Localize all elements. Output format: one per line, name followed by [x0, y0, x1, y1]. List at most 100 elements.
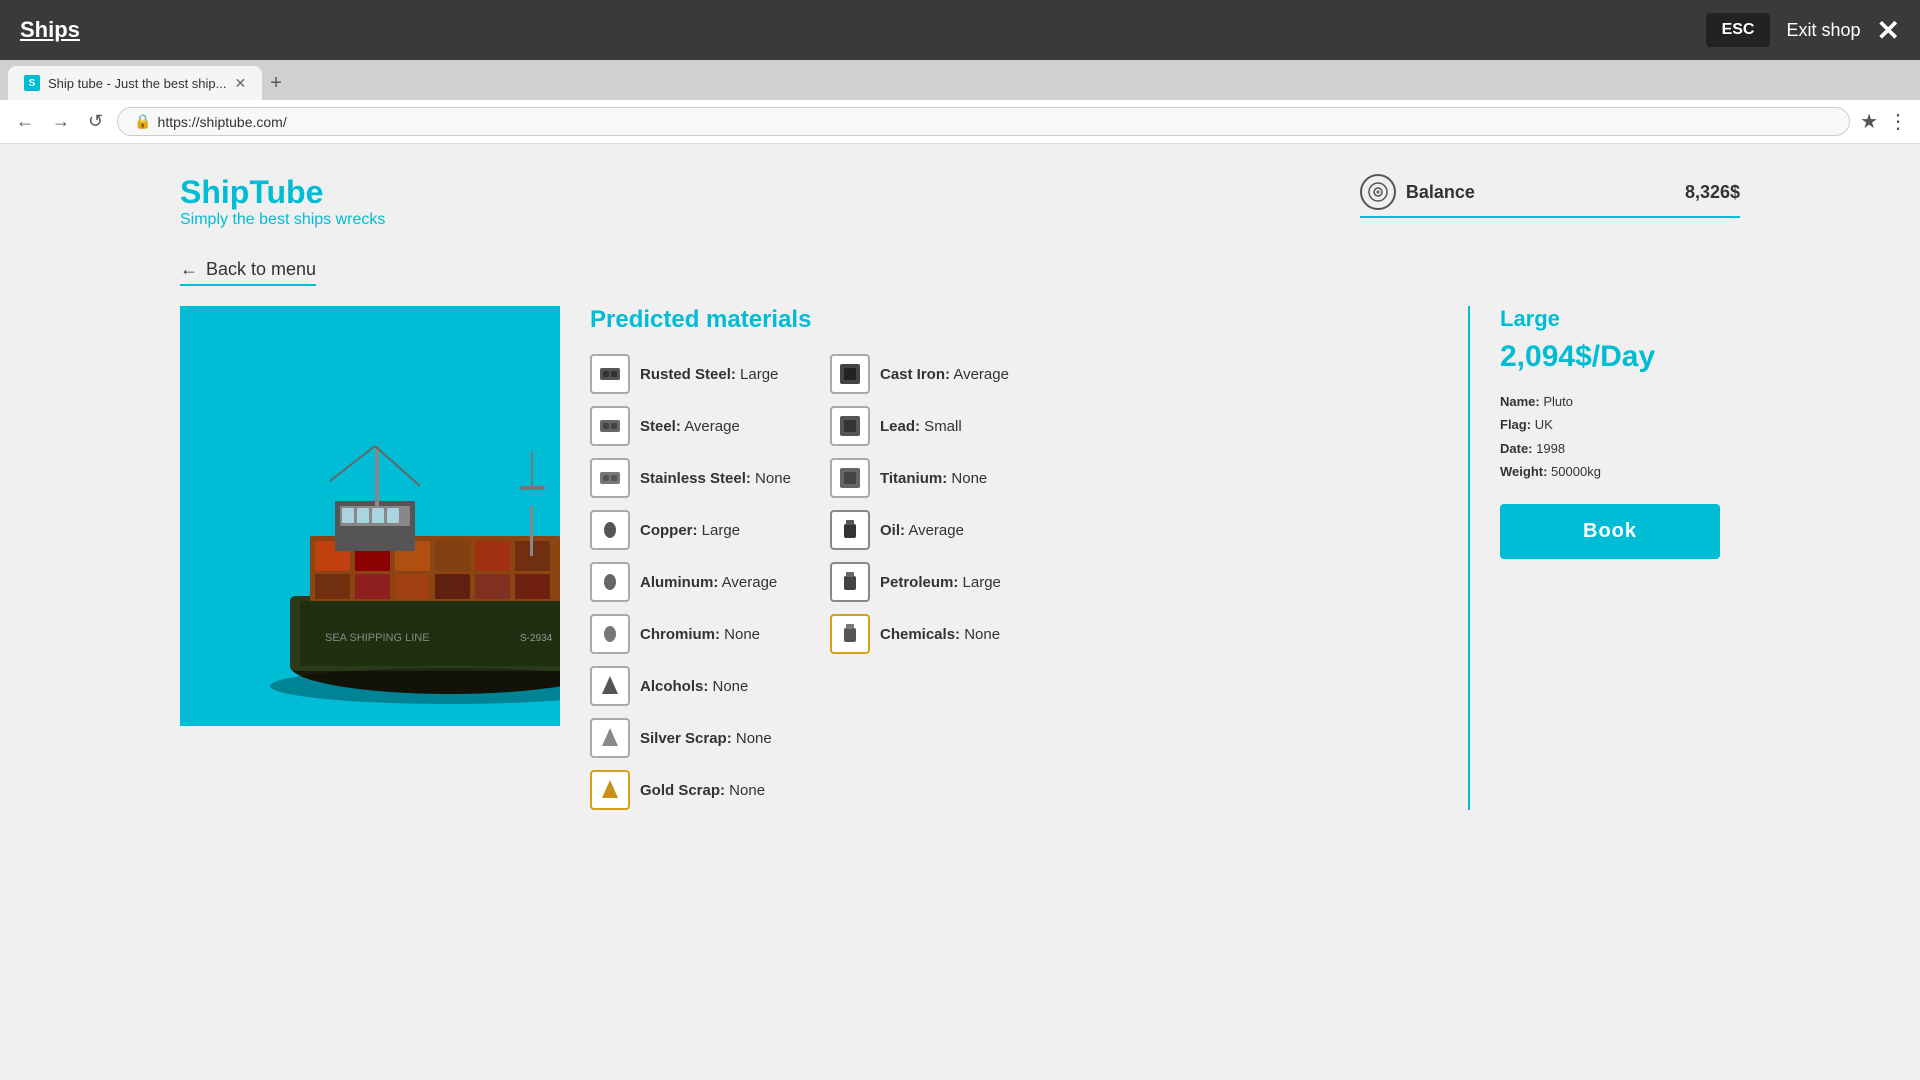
material-label: Titanium: None: [880, 470, 987, 487]
materials-left-column: Rusted Steel: Large Steel: Average Stain…: [590, 354, 810, 810]
materials-right-column: Cast Iron: Average Lead: Small Titanium:…: [830, 354, 1050, 810]
materials-section: Predicted materials Rusted Steel: Large: [560, 306, 1458, 810]
nav-forward-button[interactable]: →: [48, 107, 74, 136]
balance-value: 8,326$: [1685, 182, 1740, 203]
exit-shop-label[interactable]: Exit shop: [1786, 20, 1860, 41]
flag-value: UK: [1535, 417, 1553, 432]
material-gold-scrap: Gold Scrap: None: [590, 770, 810, 810]
tab-bar: S Ship tube - Just the best ship... ✕ +: [0, 60, 1920, 100]
chromium-icon: [590, 614, 630, 654]
right-panel: Large 2,094$/Day Name: Pluto Flag: UK Da…: [1480, 306, 1740, 810]
alcohols-icon: [590, 666, 630, 706]
material-label: Petroleum: Large: [880, 574, 1001, 591]
bookmark-icon[interactable]: ★: [1860, 109, 1878, 134]
name-label: Name:: [1500, 394, 1540, 409]
balance-label: Balance: [1406, 182, 1475, 203]
new-tab-button[interactable]: +: [262, 66, 290, 100]
material-rusted-steel: Rusted Steel: Large: [590, 354, 810, 394]
material-label: Cast Iron: Average: [880, 366, 1009, 383]
date-value: 1998: [1536, 441, 1565, 456]
address-input[interactable]: 🔒 https://shiptube.com/: [117, 107, 1850, 136]
ship-details: Name: Pluto Flag: UK Date: 1998 Weight: …: [1500, 390, 1720, 484]
chemicals-icon: [830, 614, 870, 654]
weight-value: 50000kg: [1551, 464, 1601, 479]
gold-scrap-icon: [590, 770, 630, 810]
material-label: Stainless Steel: None: [640, 470, 791, 487]
tab-close-icon[interactable]: ✕: [235, 75, 247, 92]
section-divider: [1468, 306, 1470, 810]
tab-favicon: S: [24, 75, 40, 91]
logo-title: ShipTube: [180, 174, 385, 211]
material-label: Chromium: None: [640, 626, 760, 643]
logo-area: ShipTube Simply the best ships wrecks: [180, 174, 385, 229]
browser-tab[interactable]: S Ship tube - Just the best ship... ✕: [8, 66, 262, 100]
material-label: Copper: Large: [640, 522, 740, 539]
esc-button[interactable]: ESC: [1706, 13, 1771, 47]
petroleum-icon: [830, 562, 870, 602]
logo-subtitle: Simply the best ships wrecks: [180, 211, 385, 229]
silver-scrap-icon: [590, 718, 630, 758]
date-label: Date:: [1500, 441, 1533, 456]
address-bar: ← → ↺ 🔒 https://shiptube.com/ ★ ⋮: [0, 100, 1920, 144]
material-copper: Copper: Large: [590, 510, 810, 550]
browser-titlebar: Ships ESC Exit shop ✕: [0, 0, 1920, 60]
main-section: SEA SHIPPING LINE S-2934 Predicted mater…: [180, 306, 1740, 810]
copper-icon: [590, 510, 630, 550]
svg-text:S-2934: S-2934: [520, 633, 553, 644]
address-text: https://shiptube.com/: [158, 114, 287, 130]
book-button[interactable]: Book: [1500, 504, 1720, 559]
flag-label: Flag:: [1500, 417, 1531, 432]
aluminum-icon: [590, 562, 630, 602]
material-titanium: Titanium: None: [830, 458, 1050, 498]
material-lead: Lead: Small: [830, 406, 1050, 446]
svg-text:SEA SHIPPING LINE: SEA SHIPPING LINE: [325, 632, 430, 644]
material-aluminum: Aluminum: Average: [590, 562, 810, 602]
ship-image-area: SEA SHIPPING LINE S-2934: [180, 306, 560, 726]
site-header: ShipTube Simply the best ships wrecks Ba…: [180, 174, 1740, 229]
tab-label: Ship tube - Just the best ship...: [48, 76, 227, 91]
material-stainless-steel: Stainless Steel: None: [590, 458, 810, 498]
material-label: Lead: Small: [880, 418, 962, 435]
material-label: Oil: Average: [880, 522, 964, 539]
steel-icon: [590, 406, 630, 446]
material-steel: Steel: Average: [590, 406, 810, 446]
material-label: Alcohols: None: [640, 678, 748, 695]
balance-icon: [1360, 174, 1396, 210]
oil-icon: [830, 510, 870, 550]
material-petroleum: Petroleum: Large: [830, 562, 1050, 602]
rusted-steel-icon: [590, 354, 630, 394]
material-label: Steel: Average: [640, 418, 740, 435]
material-label: Rusted Steel: Large: [640, 366, 778, 383]
weight-label: Weight:: [1500, 464, 1547, 479]
material-alcohols: Alcohols: None: [590, 666, 810, 706]
close-window-icon[interactable]: ✕: [1877, 14, 1900, 47]
cast-iron-icon: [830, 354, 870, 394]
material-cast-iron: Cast Iron: Average: [830, 354, 1050, 394]
price-per-day: 2,094$/Day: [1500, 340, 1720, 374]
material-silver-scrap: Silver Scrap: None: [590, 718, 810, 758]
material-chromium: Chromium: None: [590, 614, 810, 654]
browser-controls: ESC Exit shop ✕: [1706, 13, 1900, 47]
material-chemicals: Chemicals: None: [830, 614, 1050, 654]
titanium-icon: [830, 458, 870, 498]
app-title: Ships: [20, 17, 80, 43]
material-oil: Oil: Average: [830, 510, 1050, 550]
browser-menu-icon[interactable]: ⋮: [1888, 109, 1908, 134]
balance-area: Balance 8,326$: [1360, 174, 1740, 218]
material-label: Silver Scrap: None: [640, 730, 772, 747]
stainless-steel-icon: [590, 458, 630, 498]
name-value: Pluto: [1543, 394, 1573, 409]
material-label: Gold Scrap: None: [640, 782, 765, 799]
material-label: Aluminum: Average: [640, 574, 777, 591]
page-content: ShipTube Simply the best ships wrecks Ba…: [0, 144, 1920, 1080]
ship-size: Large: [1500, 306, 1720, 332]
nav-refresh-button[interactable]: ↺: [84, 107, 107, 136]
material-label: Chemicals: None: [880, 626, 1000, 643]
back-label: Back to menu: [206, 259, 316, 280]
nav-back-button[interactable]: ←: [12, 107, 38, 136]
back-to-menu-button[interactable]: ← Back to menu: [180, 259, 316, 286]
predicted-materials-title: Predicted materials: [590, 306, 1428, 334]
back-arrow-icon: ←: [180, 259, 198, 280]
lock-icon: 🔒: [134, 113, 151, 130]
lead-icon: [830, 406, 870, 446]
